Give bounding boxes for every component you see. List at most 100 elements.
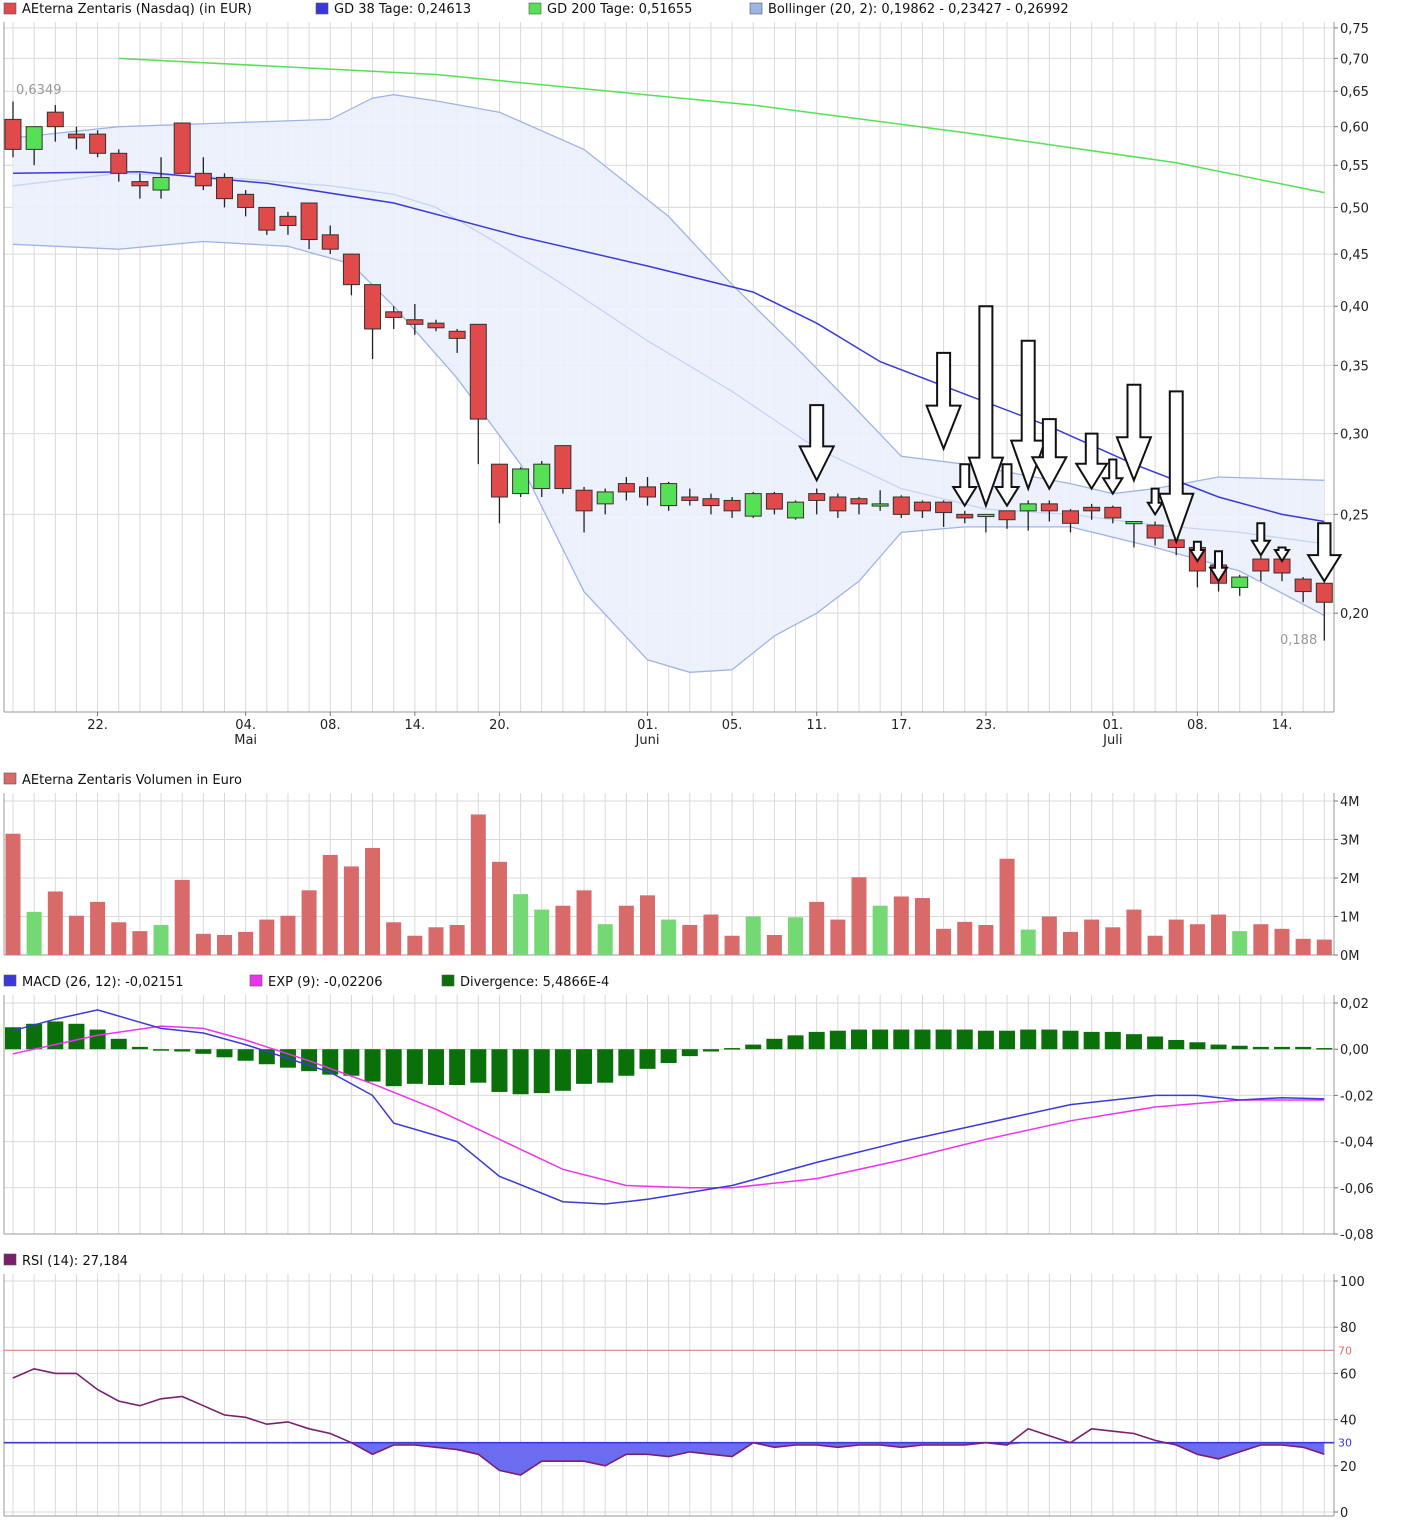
macd-y-tick-label: -0,08: [1340, 1228, 1374, 1243]
macd-legend-swatch: [3, 974, 17, 987]
divergence-bar: [1316, 1048, 1333, 1050]
divergence-bar: [935, 1029, 952, 1050]
rsi-y-tick-label: 60: [1340, 1367, 1357, 1382]
candle-body: [300, 202, 318, 241]
candle-body: [1294, 578, 1312, 593]
rsi-legend-label: RSI (14): 27,184: [22, 1254, 128, 1269]
candle-body: [342, 253, 360, 286]
candle-body: [1062, 510, 1079, 524]
volume-bar: [513, 894, 529, 955]
rsi-y-tick-label: 80: [1340, 1321, 1357, 1336]
divergence-bar: [1041, 1029, 1058, 1050]
volume-y-tick-label: 3M: [1340, 834, 1360, 849]
candle-body: [681, 496, 699, 501]
divergence-bar: [153, 1049, 170, 1051]
macd-y-tick-label: -0,04: [1340, 1136, 1374, 1151]
divergence-bar: [1062, 1030, 1079, 1050]
volume-bar: [26, 911, 42, 955]
rsi-y-tick-label: 0: [1340, 1506, 1348, 1521]
divergence-bar: [893, 1029, 910, 1050]
candle-body: [1019, 503, 1037, 512]
volume-bar: [111, 922, 127, 955]
volume-bar: [428, 927, 444, 955]
candle-body: [554, 445, 572, 490]
candle-body: [808, 493, 826, 501]
candle-body: [448, 330, 466, 339]
volume-bar: [1316, 939, 1332, 955]
bollinger-legend-swatch: [749, 2, 763, 15]
divergence-bar: [829, 1030, 846, 1050]
price-x-tick-label: 23.: [976, 718, 997, 733]
candle-body: [216, 176, 233, 200]
divergence-bar: [470, 1049, 487, 1083]
volume-bar: [1105, 927, 1121, 955]
divergence-bar: [1168, 1039, 1185, 1050]
candle-body: [321, 234, 339, 250]
candle: [173, 122, 191, 174]
price-x-tick-label: 08.: [1187, 718, 1208, 733]
candle-body: [46, 111, 64, 128]
volume-bar: [449, 924, 465, 955]
candle: [1231, 575, 1249, 596]
candle-body: [956, 513, 974, 519]
volume-bar: [1189, 924, 1205, 955]
divergence-bar: [1125, 1034, 1142, 1050]
candle: [1062, 509, 1079, 533]
divergence-bar: [385, 1049, 402, 1087]
price-y-tick-label: 0,75: [1340, 22, 1369, 37]
macd-legend: MACD (26, 12): -0,02151 EXP (9): -0,0220…: [3, 974, 609, 990]
candle-body: [1125, 521, 1143, 525]
price-y-tick-label: 0,50: [1340, 201, 1369, 216]
candle-body: [787, 501, 805, 519]
arrow-annotation: [925, 351, 963, 452]
volume-bar: [1147, 935, 1163, 955]
rsi-y-tick-label: 40: [1340, 1414, 1357, 1429]
divergence-bar: [89, 1029, 106, 1050]
candle-body: [131, 181, 149, 187]
divergence-bar: [999, 1030, 1016, 1050]
rsi-y-tick-label: 100: [1340, 1275, 1365, 1290]
divergence-bar: [406, 1049, 423, 1084]
divergence-legend-swatch: [441, 974, 455, 987]
exp-legend-swatch: [249, 974, 263, 987]
volume-bar: [1295, 938, 1311, 955]
volume-bar: [1063, 931, 1078, 955]
volume-bar: [872, 905, 888, 955]
chart-canvas: 70 30 0,20 0,25 0,30 0,35 0,40 0,45 0,50 0,55 0,6…: [3, 2, 1374, 1521]
volume-legend: AEterna Zentaris Volumen in Euro: [3, 772, 242, 788]
candle-body: [279, 215, 297, 226]
price-y-tick-label: 0,65: [1340, 85, 1369, 100]
volume-bar: [936, 928, 952, 955]
volume-bar: [597, 924, 613, 955]
volume-bar: [703, 914, 719, 955]
price-y-tick-label: 0,40: [1340, 300, 1369, 315]
volume-bar: [576, 890, 592, 955]
volume-bar: [217, 934, 232, 955]
volume-bar: [1211, 914, 1227, 955]
price-y-tick-label: 0,55: [1340, 159, 1369, 174]
volume-bar: [830, 919, 846, 955]
volume-bar: [365, 847, 381, 955]
candle-body: [258, 206, 276, 231]
candle-body: [406, 319, 424, 325]
candle-body: [25, 126, 43, 150]
price-y-tick-label: 0,45: [1340, 248, 1369, 263]
candle-body: [67, 133, 85, 139]
divergence-bar: [216, 1049, 233, 1058]
volume-bar: [322, 854, 338, 955]
price-legend: AEterna Zentaris (Nasdaq) (in EUR) GD 38…: [3, 2, 1069, 17]
divergence-bar: [343, 1049, 360, 1076]
volume-bar: [132, 931, 148, 955]
price-x-tick-label: 22.: [87, 718, 108, 733]
divergence-bar: [702, 1049, 719, 1052]
candle-body: [829, 496, 847, 512]
divergence-bar: [808, 1031, 825, 1050]
macd-legend-label: MACD (26, 12): -0,02151: [22, 975, 184, 990]
candle-body: [89, 133, 107, 154]
divergence-bar: [1104, 1031, 1121, 1050]
volume-bar: [682, 924, 698, 955]
volume-bar: [978, 924, 994, 955]
gd200-legend-label: GD 200 Tage: 0,51655: [547, 2, 692, 17]
volume-bar: [1126, 909, 1142, 955]
volume-bar: [386, 922, 402, 955]
